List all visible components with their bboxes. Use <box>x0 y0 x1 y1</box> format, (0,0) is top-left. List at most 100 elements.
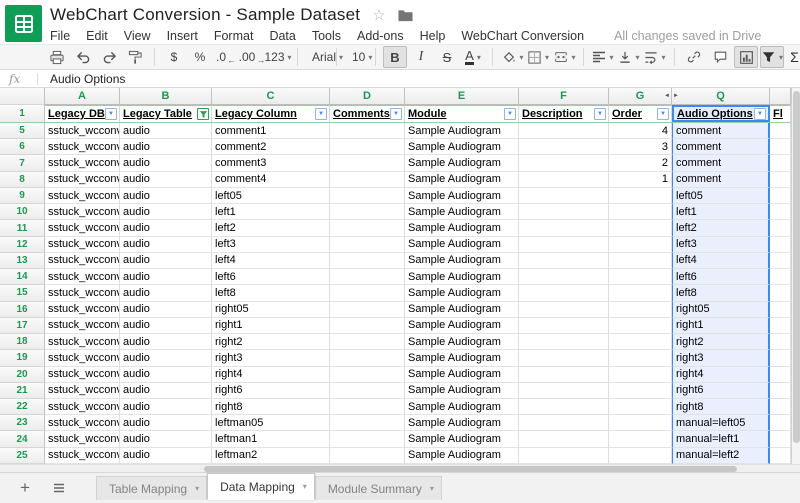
cell-E11[interactable]: Sample Audiogram <box>405 220 519 236</box>
cell-C6[interactable]: comment2 <box>212 139 330 155</box>
redo-button[interactable] <box>97 46 121 68</box>
more-formats-button[interactable]: 123▾ <box>266 46 290 68</box>
cell-A25[interactable]: sstuck_wcconv <box>45 448 120 464</box>
cell-F21[interactable] <box>519 383 609 399</box>
cell-Q1[interactable]: Audio Options▼ <box>672 105 770 122</box>
strikethrough-button[interactable]: S <box>435 46 459 68</box>
active-filter-button-B[interactable] <box>197 108 209 120</box>
cell-B19[interactable]: audio <box>120 350 212 366</box>
cell-Q16[interactable]: right05 <box>672 302 770 318</box>
cell-E6[interactable]: Sample Audiogram <box>405 139 519 155</box>
cell-G15[interactable] <box>609 285 672 301</box>
row-header-13[interactable]: 13 <box>0 253 45 269</box>
row-header-12[interactable]: 12 <box>0 237 45 253</box>
borders-button[interactable]: ▾ <box>526 46 550 68</box>
cell-D17[interactable] <box>330 318 405 334</box>
cell-E19[interactable]: Sample Audiogram <box>405 350 519 366</box>
cell-G17[interactable] <box>609 318 672 334</box>
row-header-19[interactable]: 19 <box>0 350 45 366</box>
insert-link-button[interactable] <box>682 46 706 68</box>
filter-dropdown-button-E[interactable]: ▼ <box>504 108 516 120</box>
cell-B21[interactable]: audio <box>120 383 212 399</box>
cell-C21[interactable]: right6 <box>212 383 330 399</box>
horizontal-scrollbar[interactable] <box>0 464 800 472</box>
cell-E5[interactable]: Sample Audiogram <box>405 123 519 139</box>
cell-D13[interactable] <box>330 253 405 269</box>
cell-F13[interactable] <box>519 253 609 269</box>
menu-help[interactable]: Help <box>412 29 454 43</box>
cell-E9[interactable]: Sample Audiogram <box>405 188 519 204</box>
cell-F20[interactable] <box>519 367 609 383</box>
formula-input[interactable]: Audio Options <box>50 72 125 86</box>
cell-B12[interactable]: audio <box>120 237 212 253</box>
paint-format-button[interactable] <box>123 46 147 68</box>
filter-dropdown-button-G[interactable]: ▼ <box>657 108 669 120</box>
cell-A13[interactable]: sstuck_wcconv <box>45 253 120 269</box>
cell-D18[interactable] <box>330 334 405 350</box>
cell-X11[interactable] <box>770 220 791 236</box>
cell-Q13[interactable]: left4 <box>672 253 770 269</box>
folder-icon[interactable] <box>398 9 413 22</box>
row-header-5[interactable]: 5 <box>0 123 45 139</box>
cell-D11[interactable] <box>330 220 405 236</box>
increase-decimal-places-button[interactable]: .00→ <box>240 46 264 68</box>
cell-A15[interactable]: sstuck_wcconv <box>45 285 120 301</box>
cell-G10[interactable] <box>609 204 672 220</box>
cell-A1[interactable]: Legacy DB▼ <box>45 105 120 122</box>
cell-Q19[interactable]: right3 <box>672 350 770 366</box>
cell-X16[interactable] <box>770 302 791 318</box>
cell-F18[interactable] <box>519 334 609 350</box>
row-header-14[interactable]: 14 <box>0 269 45 285</box>
cell-F15[interactable] <box>519 285 609 301</box>
cell-C10[interactable]: left1 <box>212 204 330 220</box>
cell-Q17[interactable]: right1 <box>672 318 770 334</box>
column-header-B[interactable]: B <box>120 88 212 105</box>
menu-webchart-conversion[interactable]: WebChart Conversion <box>453 29 592 43</box>
cell-F11[interactable] <box>519 220 609 236</box>
filter-button[interactable]: ▾ <box>760 46 784 68</box>
fill-color-button[interactable]: ▾ <box>500 46 524 68</box>
cell-F23[interactable] <box>519 415 609 431</box>
cell-G13[interactable] <box>609 253 672 269</box>
cell-A9[interactable]: sstuck_wcconv <box>45 188 120 204</box>
sheet-tab-table-mapping[interactable]: Table Mapping▾ <box>96 476 207 500</box>
cell-G18[interactable] <box>609 334 672 350</box>
row-header-11[interactable]: 11 <box>0 220 45 236</box>
functions-button[interactable]: Σ▾ <box>786 46 800 68</box>
column-header-G[interactable]: G◄ <box>609 88 672 105</box>
cell-X1[interactable]: Fl <box>770 105 791 122</box>
cell-B11[interactable]: audio <box>120 220 212 236</box>
cell-Q7[interactable]: comment <box>672 155 770 171</box>
cell-C8[interactable]: comment4 <box>212 172 330 188</box>
cell-E24[interactable]: Sample Audiogram <box>405 431 519 447</box>
cell-C13[interactable]: left4 <box>212 253 330 269</box>
cell-Q9[interactable]: left05 <box>672 188 770 204</box>
add-sheet-button[interactable]: + <box>12 473 38 503</box>
cell-B15[interactable]: audio <box>120 285 212 301</box>
cell-A10[interactable]: sstuck_wcconv <box>45 204 120 220</box>
cell-F17[interactable] <box>519 318 609 334</box>
sheet-tab-data-mapping[interactable]: Data Mapping▾ <box>207 473 315 500</box>
cell-C16[interactable]: right05 <box>212 302 330 318</box>
row-header-22[interactable]: 22 <box>0 399 45 415</box>
cell-X20[interactable] <box>770 367 791 383</box>
horizontal-align-button[interactable]: ▾ <box>591 46 615 68</box>
merge-cells-button[interactable]: ▾ <box>552 46 576 68</box>
all-sheets-icon[interactable] <box>44 473 74 503</box>
cell-E7[interactable]: Sample Audiogram <box>405 155 519 171</box>
cell-X17[interactable] <box>770 318 791 334</box>
cell-Q18[interactable]: right2 <box>672 334 770 350</box>
cell-D20[interactable] <box>330 367 405 383</box>
cell-C9[interactable]: left05 <box>212 188 330 204</box>
document-title[interactable]: WebChart Conversion - Sample Dataset <box>50 5 360 25</box>
cell-A14[interactable]: sstuck_wcconv <box>45 269 120 285</box>
format-percent-button[interactable]: % <box>188 46 212 68</box>
cell-E23[interactable]: Sample Audiogram <box>405 415 519 431</box>
cell-X9[interactable] <box>770 188 791 204</box>
filter-dropdown-button-F[interactable]: ▼ <box>594 108 606 120</box>
cell-F14[interactable] <box>519 269 609 285</box>
insert-comment-button[interactable] <box>708 46 732 68</box>
cell-B22[interactable]: audio <box>120 399 212 415</box>
cell-Q24[interactable]: manual=left1 <box>672 431 770 447</box>
cell-G9[interactable] <box>609 188 672 204</box>
